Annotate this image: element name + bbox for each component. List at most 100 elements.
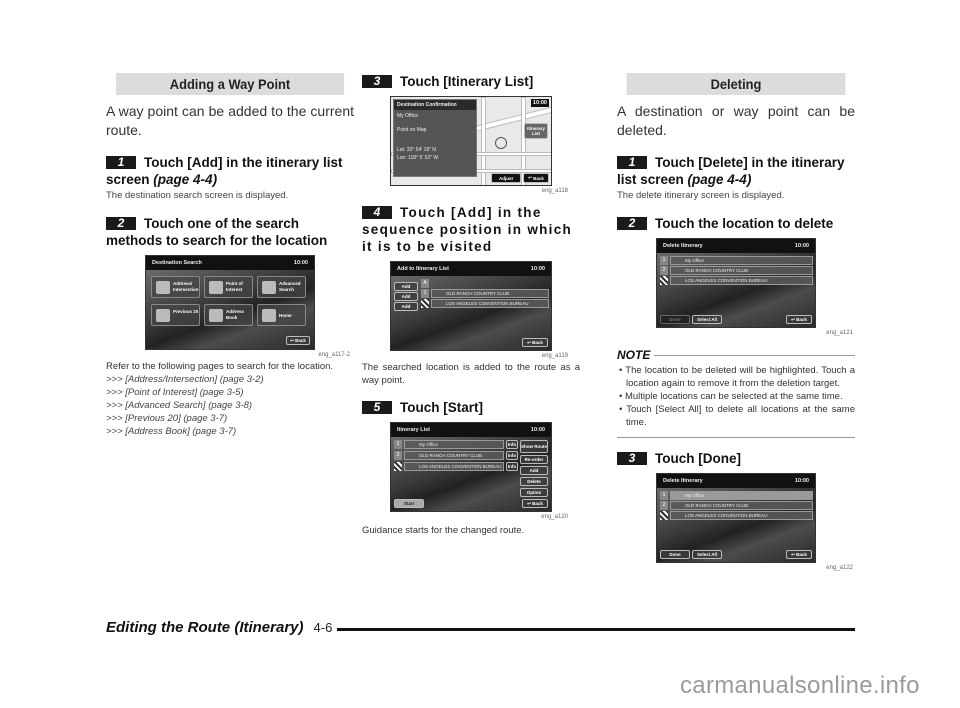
destination-flag-icon xyxy=(660,511,668,520)
image-caption: eng_a117-2 xyxy=(318,352,350,358)
step-2: 2 Touch one of the search methods to sear… xyxy=(106,216,328,248)
footer-rule xyxy=(337,628,855,631)
itinerary-row[interactable]: My Office xyxy=(670,256,813,265)
screenshot-delete-itinerary-1: Delete Itinerary 10:00 1 My Office 2 OLD … xyxy=(656,238,816,328)
step-4: 4 Touch [Add] in the sequence position in… xyxy=(362,205,573,254)
destination-flag-icon xyxy=(394,462,402,471)
tile-previous-20[interactable]: Previous 20 xyxy=(151,304,200,326)
itinerary-row[interactable]: OLD RANCH COUNTRY CLUB xyxy=(670,501,813,510)
back-button[interactable]: ↩ Back xyxy=(786,550,812,559)
page-link[interactable]: (page 4-4) xyxy=(153,172,217,187)
column-adding-way-point: Adding a Way Point A way point can be ad… xyxy=(106,73,354,438)
itinerary-row[interactable]: OLD RANCH COUNTRY CLUB xyxy=(404,451,504,460)
screen-time: 10:00 xyxy=(530,427,545,433)
add-button-1[interactable]: Add xyxy=(394,282,418,291)
tile-advanced-search[interactable]: Advanced Search xyxy=(257,276,306,298)
step-number: 1 xyxy=(617,156,647,169)
screen-time: 10:00 xyxy=(293,260,308,266)
footer-title: Editing the Route (Itinerary) xyxy=(106,619,304,636)
step-1: 1 Touch [Delete] in the itinerary list sc… xyxy=(617,155,845,187)
info-button[interactable]: Info xyxy=(506,451,518,460)
screen-title: Delete Itinerary xyxy=(663,243,703,249)
page-link[interactable]: (page 4-4) xyxy=(688,172,752,187)
ref-link[interactable]: >>> [Advanced Search] (page 3-8) xyxy=(106,399,354,412)
crosshair-icon xyxy=(495,137,507,149)
image-caption: eng_a122 xyxy=(826,565,853,571)
ref-link[interactable]: >>> [Previous 20] (page 3-7) xyxy=(106,412,354,425)
step-number: 4 xyxy=(362,206,392,219)
info-button[interactable]: Info xyxy=(506,440,518,449)
poi-icon xyxy=(209,281,223,294)
advanced-search-icon xyxy=(262,281,276,294)
back-button[interactable]: ↩ Back xyxy=(522,338,548,347)
tile-point-of-interest[interactable]: Point of Interest xyxy=(204,276,253,298)
screenshot-itinerary-list: Itinerary List 10:00 1 My Office Info 2 O… xyxy=(390,422,552,512)
show-route-button[interactable]: Show Route xyxy=(520,440,548,453)
select-all-button[interactable]: Select All xyxy=(692,550,722,559)
adjust-button[interactable]: Adjust xyxy=(491,173,521,183)
itinerary-row-selected[interactable]: My Office xyxy=(670,491,813,500)
step-number: 2 xyxy=(106,217,136,230)
intro-text: A destination or way point can be delete… xyxy=(617,103,855,138)
screenshot-delete-itinerary-2: Delete Itinerary 10:00 1 My Office 2 OLD … xyxy=(656,473,816,563)
done-button-disabled[interactable]: Done xyxy=(660,315,690,324)
tile-address-intersection[interactable]: Address/ Intersection xyxy=(151,276,200,298)
add-button-3[interactable]: Add xyxy=(394,302,418,311)
delete-button[interactable]: Delete xyxy=(520,477,548,486)
back-button[interactable]: ↩ Back xyxy=(522,499,548,508)
column-steps-3-5: 3 Touch [Itinerary List] Destination Conf… xyxy=(362,73,580,537)
tile-address-book[interactable]: Address Book xyxy=(204,304,253,326)
step-subtext: The destination search screen is display… xyxy=(106,190,289,201)
address-icon xyxy=(156,281,170,294)
step-1: 1 Touch [Add] in the itinerary list scree… xyxy=(106,155,343,187)
option-button[interactable]: Option xyxy=(520,488,548,497)
ref-link[interactable]: >>> [Point of Interest] (page 3-5) xyxy=(106,386,354,399)
destination-flag-icon xyxy=(660,276,668,285)
step-number: 2 xyxy=(617,217,647,230)
back-button[interactable]: ↩ Back xyxy=(286,336,310,345)
screenshot-add-to-itinerary: Add to Itinerary List 10:00 Add Add Add A… xyxy=(390,261,552,351)
step-2: 2 Touch the location to delete xyxy=(617,215,855,232)
info-button[interactable]: Info xyxy=(506,462,518,471)
reorder-button[interactable]: Re-order xyxy=(520,455,548,464)
start-button[interactable]: Start xyxy=(394,499,424,508)
latitude: Lat: 33° 54' 18" N xyxy=(397,147,436,153)
back-button[interactable]: ↩ Back xyxy=(786,315,812,324)
add-button[interactable]: Add xyxy=(520,466,548,475)
select-all-button[interactable]: Select All xyxy=(692,315,722,324)
screen-title: Delete Itinerary xyxy=(663,478,703,484)
itinerary-list-button[interactable]: Itinerary List xyxy=(524,123,548,139)
info-panel: Destination Confirmation My Office Point… xyxy=(393,99,477,177)
tile-home[interactable]: Home xyxy=(257,304,306,326)
step-number: 5 xyxy=(362,401,392,414)
address-book-icon xyxy=(209,309,223,322)
itinerary-row[interactable]: LOS ANGELES CONVENTION BUREAU xyxy=(404,462,504,471)
step-subtext: The delete itinerary screen is displayed… xyxy=(617,190,785,201)
image-caption: eng_a121 xyxy=(826,330,853,336)
step-3: 3 Touch [Done] xyxy=(617,450,855,467)
back-button[interactable]: ↩ Back xyxy=(523,173,549,183)
note-item: The location to be deleted will be highl… xyxy=(617,364,855,390)
itinerary-row[interactable]: My Office xyxy=(404,440,504,449)
longitude: Lon: 118° 5' 53" W xyxy=(397,155,439,161)
ref-link[interactable]: >>> [Address Book] (page 3-7) xyxy=(106,425,354,438)
itinerary-row[interactable]: OLD RANCH COUNTRY CLUB xyxy=(670,266,813,275)
result-text: Guidance starts for the changed route. xyxy=(362,525,525,536)
location-name: My Office xyxy=(397,113,419,119)
screen-time: 10:00 xyxy=(530,266,545,272)
screen-title: Add to Itinerary List xyxy=(397,266,449,272)
add-button-2[interactable]: Add xyxy=(394,292,418,301)
page-footer: Editing the Route (Itinerary) 4-6 xyxy=(106,619,855,636)
note-item: Touch [Select All] to delete all locatio… xyxy=(617,403,855,429)
screenshot-destination-confirmation: Destination Confirmation My Office Point… xyxy=(390,96,552,186)
step-number: 3 xyxy=(617,452,647,465)
refer-text: Refer to the following pages to search f… xyxy=(106,361,334,372)
image-caption: eng_a120 xyxy=(541,514,568,520)
image-caption: eng_a119 xyxy=(541,353,568,359)
screen-title: Itinerary List xyxy=(397,427,431,433)
done-button[interactable]: Done xyxy=(660,550,690,559)
ref-link[interactable]: >>> [Address/Intersection] (page 3-2) xyxy=(106,373,354,386)
itinerary-row[interactable]: LOS ANGELES CONVENTION BUREAU xyxy=(670,276,813,285)
itinerary-row[interactable]: LOS ANGELES CONVENTION BUREAU xyxy=(670,511,813,520)
watermark: carmanualsonline.info xyxy=(680,672,920,699)
